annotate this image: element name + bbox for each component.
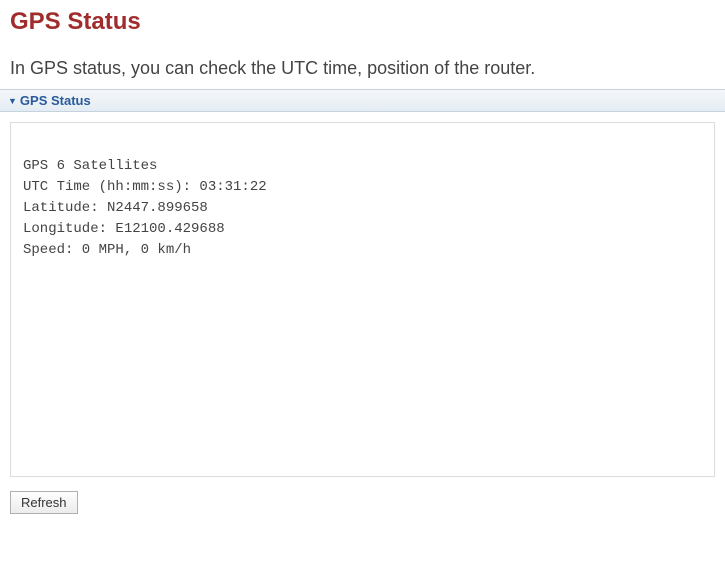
gps-latitude-line: Latitude: N2447.899658 (23, 200, 208, 216)
intro-text: In GPS status, you can check the UTC tim… (0, 40, 725, 89)
panel-header-label: GPS Status (20, 93, 91, 108)
panel-header[interactable]: ▼ GPS Status (0, 89, 725, 112)
gps-speed-line: Speed: 0 MPH, 0 km/h (23, 242, 191, 258)
button-bar: Refresh (0, 487, 725, 518)
refresh-button[interactable]: Refresh (10, 491, 78, 514)
collapse-arrow-icon: ▼ (8, 96, 17, 106)
gps-utc-line: UTC Time (hh:mm:ss): 03:31:22 (23, 179, 267, 195)
gps-longitude-line: Longitude: E12100.429688 (23, 221, 225, 237)
gps-satellites-line: GPS 6 Satellites (23, 158, 157, 174)
page-title: GPS Status (0, 0, 725, 40)
gps-status-textarea[interactable]: GPS 6 Satellites UTC Time (hh:mm:ss): 03… (10, 122, 715, 477)
